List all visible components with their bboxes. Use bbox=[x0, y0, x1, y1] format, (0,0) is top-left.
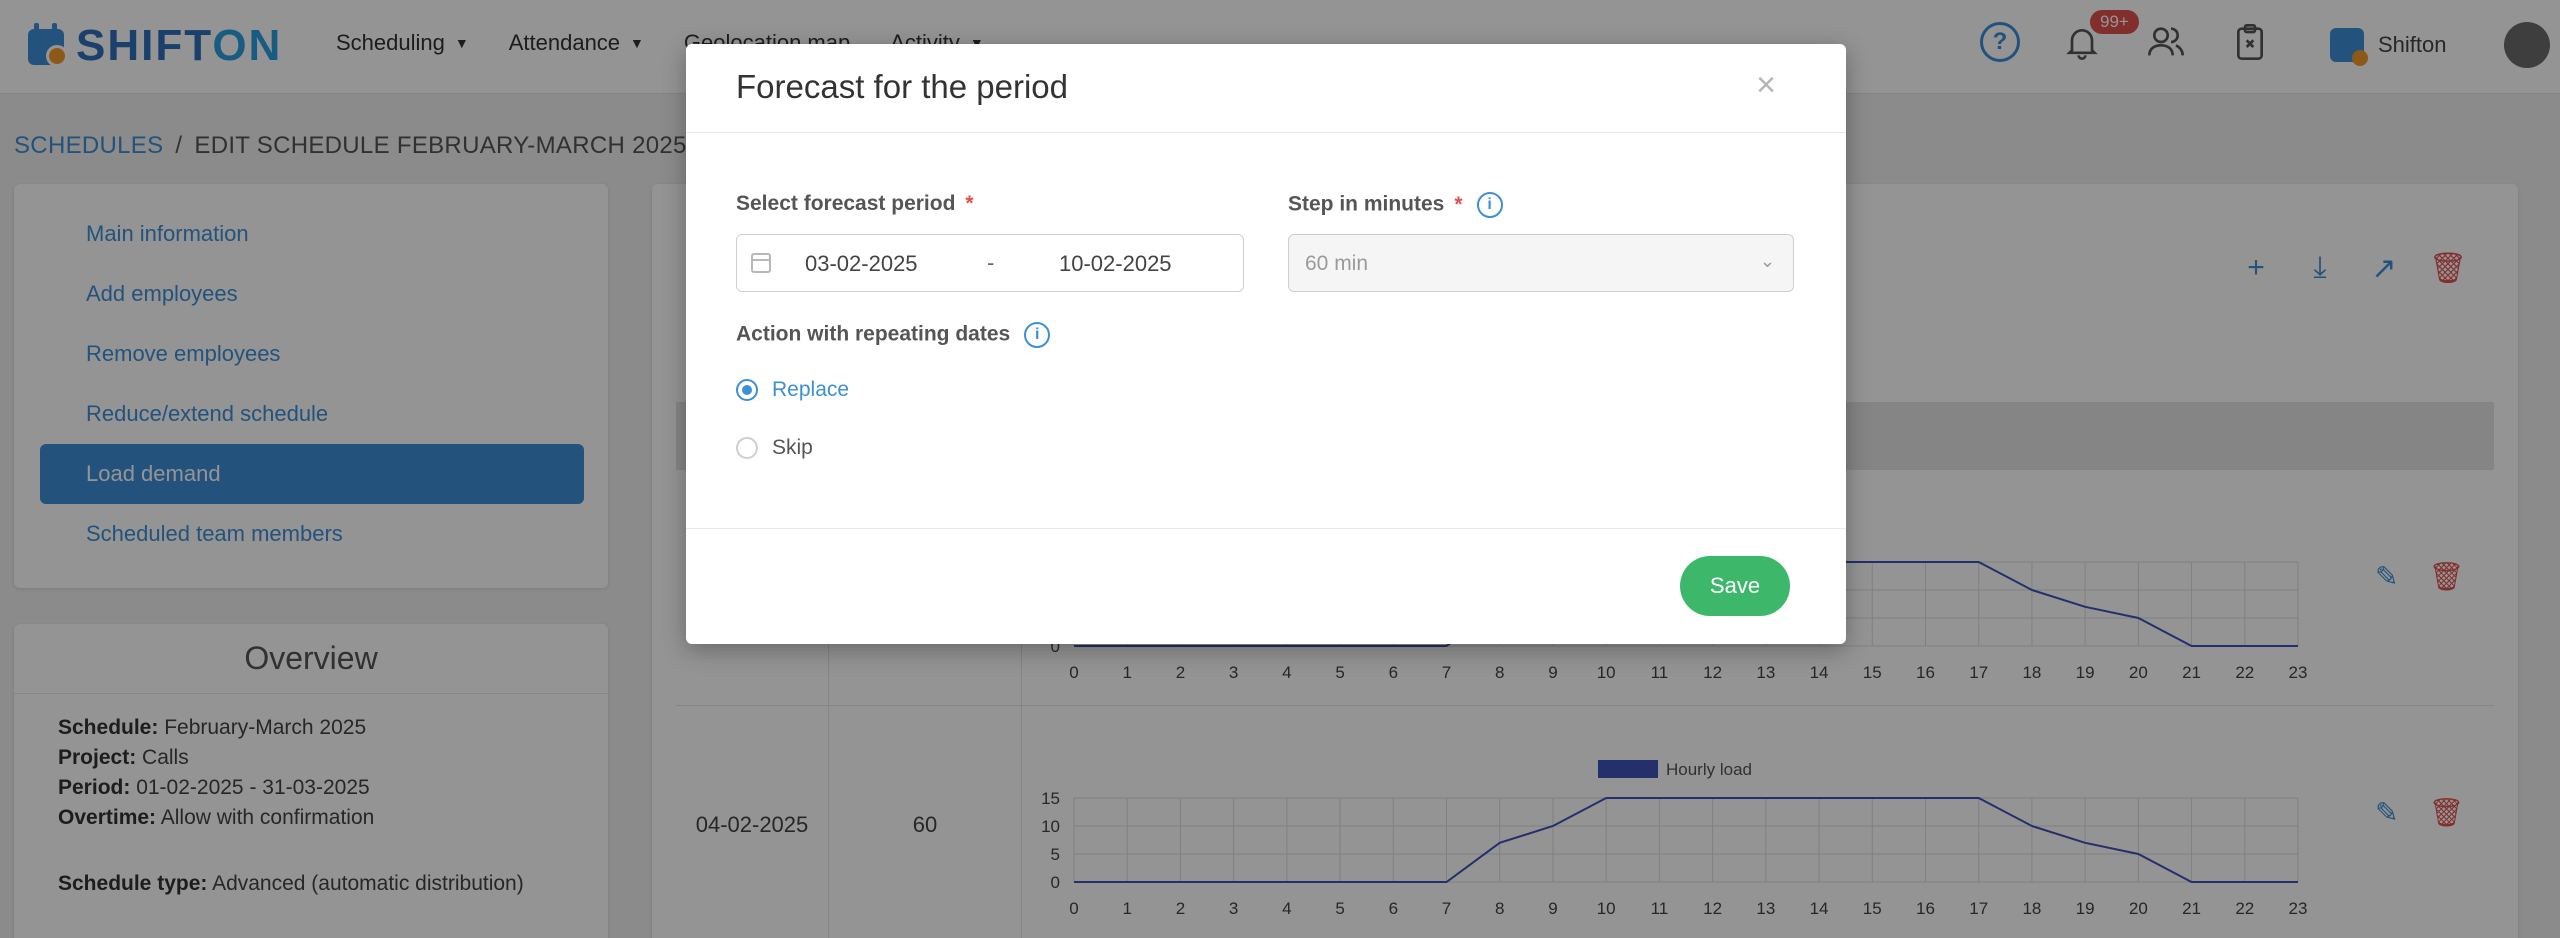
date-from[interactable]: 03-02-2025 bbox=[805, 251, 918, 277]
divider bbox=[686, 132, 1846, 133]
step-select[interactable]: 60 min ⌄ bbox=[1288, 234, 1794, 292]
radio-skip[interactable]: Skip bbox=[736, 436, 813, 460]
modal-title: Forecast for the period bbox=[736, 68, 1068, 105]
forecast-period-picker[interactable]: 03-02-2025 - 10-02-2025 bbox=[736, 234, 1244, 292]
save-button[interactable]: Save bbox=[1680, 556, 1790, 616]
repeat-action-label: Action with repeating dates i bbox=[736, 322, 1051, 348]
forecast-modal: Forecast for the period × Select forecas… bbox=[686, 44, 1846, 644]
step-label: Step in minutes * i bbox=[1288, 192, 1503, 218]
divider bbox=[686, 528, 1846, 529]
radio-replace[interactable]: Replace bbox=[736, 378, 849, 402]
forecast-period-label: Select forecast period * bbox=[736, 192, 974, 215]
date-to[interactable]: 10-02-2025 bbox=[1059, 251, 1172, 277]
chevron-down-icon: ⌄ bbox=[1759, 251, 1775, 271]
calendar-icon bbox=[751, 253, 771, 273]
info-icon[interactable]: i bbox=[1476, 192, 1503, 218]
close-icon[interactable]: × bbox=[1756, 66, 1776, 105]
info-icon[interactable]: i bbox=[1024, 322, 1051, 348]
